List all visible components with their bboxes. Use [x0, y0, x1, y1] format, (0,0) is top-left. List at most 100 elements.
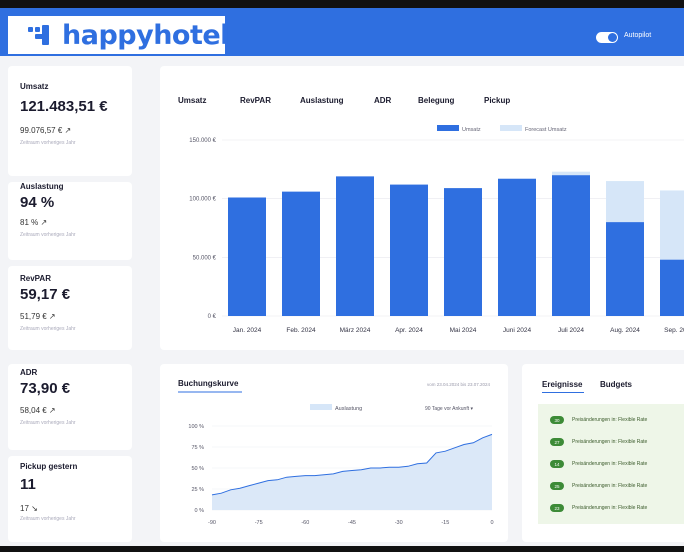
forecast-bar	[660, 190, 684, 260]
event-count-badge: 25	[550, 482, 564, 490]
revenue-bar	[552, 175, 590, 316]
y-tick-label: 0 %	[195, 508, 205, 514]
y-tick-label: 75 %	[191, 445, 204, 451]
x-tick-label: 0	[490, 520, 493, 526]
kpi-card-pickup[interactable]: Pickup gestern 11 17 ↘ Zeitraum vorherig…	[8, 456, 132, 542]
kpi-value: 94 %	[20, 194, 55, 211]
event-text: Preisänderungen in: Flexible Rate	[572, 439, 648, 445]
x-tick-label: -15	[441, 520, 449, 526]
legend-label-auslastung: Auslastung	[335, 406, 362, 412]
kpi-title: Umsatz	[20, 82, 49, 91]
kpi-value: 73,90 €	[20, 380, 71, 397]
legend-label-umsatz: Umsatz	[462, 127, 481, 133]
booking-curve-chart: Buchungskurve vom 23.04.2024 bis 23.07.20…	[178, 379, 494, 526]
kpi-sub: Zeitraum vorheriges Jahr	[20, 326, 76, 332]
kpi-sub: Zeitraum vorheriges Jahr	[20, 420, 76, 426]
x-tick-label: -30	[395, 520, 403, 526]
revenue-bar	[498, 178, 536, 316]
x-tick-label: Apr. 2024	[395, 327, 423, 334]
revenue-bar	[606, 222, 644, 316]
y-tick-label: 25 %	[191, 487, 204, 493]
event-text: Preisänderungen in: Flexible Rate	[572, 417, 648, 423]
kpi-value: 59,17 €	[20, 286, 71, 303]
event-count-badge: 14	[550, 460, 564, 468]
event-text: Preisänderungen in: Flexible Rate	[572, 461, 648, 467]
events-card: Ereignisse Budgets 30 Preisänderungen in:…	[522, 364, 684, 542]
event-text: Preisänderungen in: Flexible Rate	[572, 505, 648, 511]
kpi-title: Pickup gestern	[20, 462, 78, 471]
booking-curve-card: Buchungskurve vom 23.04.2024 bis 23.07.20…	[160, 364, 508, 542]
kpi-previous: 99.076,57 € ↗	[20, 126, 72, 135]
kpi-title: ADR	[20, 368, 38, 377]
x-tick-label: -90	[208, 520, 216, 526]
occupancy-area	[212, 434, 492, 510]
y-tick-label: 100.000 €	[189, 197, 216, 203]
events-list: 30 Preisänderungen in: Flexible Rate 27 Pre…	[538, 404, 684, 524]
kpi-sub: Zeitraum vorheriges Jahr	[20, 140, 76, 146]
legend-swatch-auslastung	[310, 404, 332, 410]
legend-swatch-forecast	[500, 125, 522, 131]
event-count-badge: 30	[550, 416, 564, 424]
y-tick-label: 150.000 €	[189, 138, 216, 144]
kpi-value: 121.483,51 €	[20, 98, 108, 115]
event-item[interactable]: 23 Preisänderungen in: Flexible Rate	[538, 502, 684, 514]
chart-title: Buchungskurve	[178, 379, 239, 388]
revenue-bar	[390, 184, 428, 316]
kpi-title: Auslastung	[20, 182, 64, 191]
kpi-previous: 17 ↘	[20, 504, 38, 513]
x-tick-label: Sep. 2024	[664, 327, 684, 334]
event-count-badge: 27	[550, 438, 564, 446]
revenue-bar	[228, 197, 266, 316]
x-tick-label: Jan. 2024	[233, 327, 262, 334]
y-tick-label: 50 %	[191, 466, 204, 472]
kpi-previous: 58,04 € ↗	[20, 406, 56, 415]
revenue-bar-chart: Umsatz Forecast Umsatz 0 € 50.000 € 100.000 …	[189, 125, 684, 334]
active-tab-underline	[542, 392, 584, 393]
event-count-badge: 23	[550, 504, 564, 512]
event-item[interactable]: 14 Preisänderungen in: Flexible Rate	[538, 458, 684, 470]
x-tick-label: März 2024	[340, 327, 371, 334]
revenue-bar	[444, 188, 482, 316]
range-dropdown: 90 Tage vor Ankunft ▾	[425, 406, 473, 412]
x-tick-label: -75	[255, 520, 263, 526]
revenue-bar	[282, 191, 320, 316]
y-tick-label: 0 €	[208, 314, 217, 320]
kpi-title: RevPAR	[20, 274, 51, 283]
tab-ereignisse[interactable]: Ereignisse	[542, 380, 582, 389]
x-tick-label: Aug. 2024	[610, 327, 640, 334]
kpi-previous: 81 % ↗	[20, 218, 48, 227]
tab-budgets[interactable]: Budgets	[600, 380, 632, 389]
kpi-card-umsatz[interactable]: Umsatz 121.483,51 € 99.076,57 € ↗ Zeitra…	[8, 66, 132, 176]
kpi-card-adr[interactable]: ADR 73,90 € 58,04 € ↗ Zeitraum vorherige…	[8, 364, 132, 450]
kpi-value: 11	[20, 476, 36, 493]
kpi-previous: 51,79 € ↗	[20, 312, 56, 321]
forecast-bar	[606, 181, 644, 223]
event-item[interactable]: 27 Preisänderungen in: Flexible Rate	[538, 436, 684, 448]
date-range: vom 23.04.2024 bis 23.07.2024	[427, 382, 491, 387]
revenue-bar	[336, 176, 374, 316]
x-tick-label: -60	[301, 520, 309, 526]
x-tick-label: Juli 2024	[558, 327, 584, 334]
top-bar: happyhotel Autopilot	[0, 8, 684, 56]
x-tick-label: Mai 2024	[450, 327, 477, 334]
legend-swatch-umsatz	[437, 125, 459, 131]
autopilot-label: Autopilot	[624, 32, 652, 39]
app-window: happyhotel Autopilot Umsatz 121.483,51 €…	[0, 8, 684, 546]
toggle-knob	[608, 33, 617, 42]
kpi-sub: Zeitraum vorheriges Jahr	[20, 516, 76, 522]
event-text: Preisänderungen in: Flexible Rate	[572, 483, 648, 489]
legend-label-forecast: Forecast Umsatz	[525, 127, 567, 133]
x-tick-label: Juni 2024	[503, 327, 532, 334]
happyhotel-logo-icon	[26, 23, 56, 47]
y-tick-label: 100 %	[188, 424, 204, 430]
revenue-bar	[660, 259, 684, 316]
x-tick-label: Feb. 2024	[286, 327, 316, 334]
event-item[interactable]: 30 Preisänderungen in: Flexible Rate	[538, 414, 684, 426]
event-item[interactable]: 25 Preisänderungen in: Flexible Rate	[538, 480, 684, 492]
autopilot-toggle[interactable]	[596, 32, 618, 43]
kpi-card-auslastung[interactable]: Auslastung 94 % 81 % ↗ Zeitraum vorherig…	[8, 182, 132, 260]
y-tick-label: 50.000 €	[193, 255, 217, 261]
kpi-card-revpar[interactable]: RevPAR 59,17 € 51,79 € ↗ Zeitraum vorher…	[8, 266, 132, 350]
revenue-chart-card: Umsatz RevPAR Auslastung ADR Belegung Pi…	[160, 66, 684, 350]
brand-logo[interactable]: happyhotel	[8, 16, 229, 54]
